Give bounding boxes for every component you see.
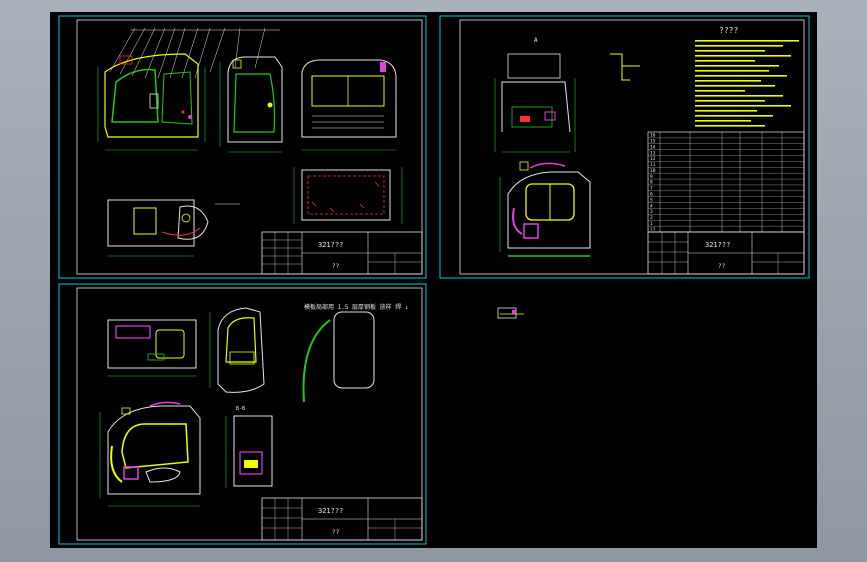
bom-row-number: 7 bbox=[650, 186, 653, 192]
sheet-2-drawing-name: ?? bbox=[718, 263, 726, 270]
bom-row-number: 11 bbox=[650, 162, 656, 168]
bom-row-number: 2 bbox=[650, 215, 653, 221]
sheet-3-drawing-name: ?? bbox=[332, 529, 340, 536]
sheet-1-cab-rear-view bbox=[301, 59, 397, 151]
sheet-3-roof-plan bbox=[107, 319, 197, 377]
sheet-3-section-label: B-B bbox=[236, 406, 245, 412]
sheet-1-leader-lines bbox=[109, 27, 280, 79]
sheet-2-section-view bbox=[494, 53, 576, 153]
sheet-3-section-view bbox=[225, 415, 273, 488]
cad-drawing-viewport[interactable]: 321??? ?? ???? A 16 15 14 13 12 11 10 9 … bbox=[50, 12, 817, 548]
bom-row-number: 1 bbox=[650, 221, 653, 227]
sheet-3-drawing-number: 321??? bbox=[318, 507, 343, 515]
bom-row-number: 15 bbox=[650, 139, 656, 145]
bom-row-number: 10 bbox=[650, 168, 656, 174]
sheet-2-detail-profile bbox=[610, 53, 640, 81]
stray-detail bbox=[497, 307, 524, 319]
sheet-1-title-block bbox=[261, 231, 423, 275]
bom-row-number: 6 bbox=[650, 192, 653, 198]
sheet-2-cab-side-view bbox=[499, 161, 591, 257]
sheet-3[interactable]: 模板局部用 1.5 层厚钢板 放样 焊 ↓ B-B 321??? ?? bbox=[58, 283, 427, 545]
bom-row-number: 3 bbox=[650, 209, 653, 215]
sheet-2-drawing-number: 321??? bbox=[705, 241, 730, 249]
sheet-1[interactable]: 321??? ?? bbox=[58, 15, 427, 279]
sheet-2-bom-table bbox=[647, 131, 805, 233]
sheet-3-note-text: 模板局部用 1.5 层厚钢板 放样 焊 ↓ bbox=[304, 303, 409, 311]
sheet-1-outer-border bbox=[58, 15, 427, 279]
sheet-3-cab-side-view bbox=[99, 401, 201, 507]
sheet-3-outer-border bbox=[58, 283, 427, 545]
sheet-1-floor-plate bbox=[293, 167, 403, 224]
sheet-1-cab-side-view bbox=[219, 56, 283, 153]
bom-row-number: 12 bbox=[650, 156, 656, 162]
sheet-2-notes-heading: ???? bbox=[719, 26, 738, 35]
bom-row-number: 4 bbox=[650, 203, 653, 209]
drawing-canvas[interactable]: 321??? ?? ???? A 16151413121110987654321… bbox=[50, 12, 817, 548]
sheet-1-cab-plan-view bbox=[107, 199, 240, 257]
bom-row-number: 14 bbox=[650, 144, 656, 150]
sheet-1-cab-front-view bbox=[97, 53, 206, 151]
sheet-3-curved-glass bbox=[302, 319, 331, 403]
sheet-3-door-panel bbox=[209, 307, 265, 393]
sheet-2-inner-border bbox=[459, 19, 805, 275]
sheet-2-technical-notes bbox=[695, 40, 799, 127]
sheet-1-drawing-number: 321??? bbox=[318, 241, 343, 249]
bom-row-number: 5 bbox=[650, 197, 653, 203]
cad-application-frame: 321??? ?? ???? A 16 15 14 13 12 11 10 9 … bbox=[0, 0, 867, 562]
sheet-3-rear-window bbox=[333, 311, 375, 389]
bom-row-number: 13 bbox=[650, 150, 656, 156]
sheet-1-drawing-name: ?? bbox=[332, 263, 340, 270]
bom-row-number: 9 bbox=[650, 174, 653, 180]
sheet-2-bom-row-numbers: 16151413121110987654321?? bbox=[650, 133, 656, 233]
sheet-2-title-block bbox=[647, 231, 805, 275]
bom-row-number: 16 bbox=[650, 133, 656, 139]
sheet-3-title-block bbox=[261, 497, 423, 541]
sheet-2[interactable]: ???? A 16151413121110987654321?? 321??? … bbox=[439, 15, 810, 279]
bom-row-number: 8 bbox=[650, 180, 653, 186]
sheet-2-view-label: A bbox=[534, 37, 538, 44]
